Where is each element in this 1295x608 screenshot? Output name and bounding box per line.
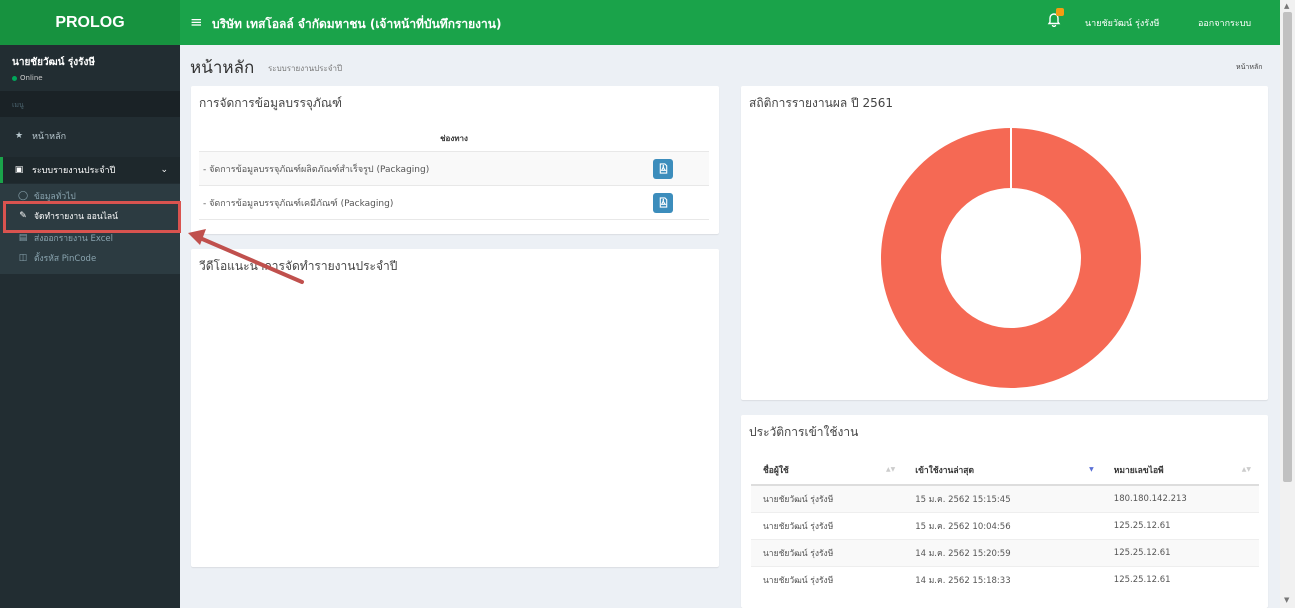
top-navbar: PROLOG ≡ บริษัท เทสโอลล์ จำกัดมหาชน (เจ้… [0,0,1280,45]
cell-ip: 125.25.12.61 [1101,565,1259,593]
circle-icon: ◯ [18,191,29,201]
packaging-row-label: - จัดการข้อมูลบรรจุภัณฑ์ผลิตภัณฑ์สำเร็จร… [203,164,430,175]
table-row: นายชัยวัฒน์ รุ่งรังษี 15 ม.ค. 2562 15:15… [751,484,1259,512]
dashboard-icon: ★ [14,131,24,141]
packaging-table: ช่องทาง - จัดการข้อมูลบรรจุภัณฑ์ผลิตภัณฑ… [199,126,709,220]
sort-desc-icon: ▼ [1089,466,1094,473]
sidebar-item-label: ตั้งรหัส PinCode [34,254,97,264]
page-subtitle: ระบบรายงานประจำปี [268,64,343,73]
stats-chart-box: สถิติการรายงานผล ปี 2561 [741,86,1268,400]
app-logo[interactable]: PROLOG [0,0,180,45]
excel-icon: ▤ [18,233,28,243]
sidebar-item-label: หน้าหลัก [32,132,67,142]
packaging-box-title: การจัดการข้อมูลบรรจุภัณฑ์ [199,96,342,110]
cell-last-login: 14 ม.ค. 2562 15:20:59 [903,538,1102,566]
cell-ip: 125.25.12.61 [1101,538,1259,566]
sidebar-item-label: ระบบรายงานประจำปี [32,166,116,176]
menu-header: เมนู [0,91,180,117]
sidebar: นายชัยวัฒน์ รุ่งรังษี Online เมนู ★ หน้า… [0,45,180,608]
scroll-up-icon[interactable]: ▲ [1284,2,1289,10]
packaging-row-label: - จัดการข้อมูลบรรจุภัณฑ์เคมีภัณฑ์ (Packa… [203,198,394,209]
column-header-username[interactable]: ชื่อผู้ใช้ ▲▼ [751,455,904,486]
cell-username: นายชัยวัฒน์ รุ่งรังษี [751,511,904,539]
sidebar-user-name: นายชัยวัฒน์ รุ่งรังษี [12,57,96,68]
cell-username: นายชัยวัฒน์ รุ่งรังษี [751,565,904,593]
packaging-column-header: ช่องทาง [199,126,709,152]
cell-last-login: 15 ม.ค. 2562 15:15:45 [903,484,1102,512]
scrollbar-thumb[interactable] [1283,12,1292,482]
cell-ip: 180.180.142.213 [1101,484,1259,512]
stats-box-title: สถิติการรายงานผล ปี 2561 [749,96,894,110]
sort-icon: ▲▼ [885,466,896,473]
column-header-ip[interactable]: หมายเลขไอพี ▲▼ [1101,455,1259,486]
cell-last-login: 15 ม.ค. 2562 10:04:56 [903,511,1102,539]
video-box: วีดีโอแนะนำการจัดทำรายงานประจำปี [191,249,719,567]
company-title: บริษัท เทสโอลล์ จำกัดมหาชน (เจ้าหน้าที่บ… [212,17,502,31]
page-title: หน้าหลัก [190,58,255,78]
breadcrumb[interactable]: หน้าหลัก [1236,62,1262,73]
scroll-down-icon[interactable]: ▼ [1284,596,1289,604]
online-status-label: Online [20,74,43,82]
login-history-box: ประวัติการเข้าใช้งาน ชื่อผู้ใช้ ▲▼ เข้าใช… [741,415,1268,608]
sidebar-item-label: ส่งออกรายงาน Excel [34,234,113,244]
history-box-title: ประวัติการเข้าใช้งาน [749,425,859,439]
packaging-box: การจัดการข้อมูลบรรจุภัณฑ์ ช่องทาง - จัดก… [191,86,719,234]
page-scrollbar[interactable]: ▲ ▼ [1280,0,1295,608]
pdf-icon [659,163,667,174]
pdf-button[interactable] [653,158,673,179]
online-dot-icon [12,75,17,81]
sort-icon: ▲▼ [1241,466,1251,473]
pdf-icon [659,197,667,208]
cell-username: นายชัยวัฒน์ รุ่งรังษี [751,538,904,566]
lock-icon: ◫ [18,253,28,263]
user-menu[interactable]: นายชัยวัฒน์ รุ่งรังษี [1085,16,1159,30]
cell-last-login: 14 ม.ค. 2562 15:18:33 [903,565,1102,593]
online-status: Online [12,74,95,82]
sidebar-item-annual-report[interactable]: ▣ ระบบรายงานประจำปี ⌄ [0,157,180,183]
sidebar-item-home[interactable]: ★ หน้าหลัก [0,125,180,147]
book-icon: ▣ [14,165,24,175]
login-history-table: ชื่อผู้ใช้ ▲▼ เข้าใช้งานล่าสุด ▼ หมายเลขไอ… [751,455,1259,593]
chevron-down-icon: ⌄ [160,165,168,175]
sidebar-item-pincode[interactable]: ◫ ตั้งรหัส PinCode [0,248,180,268]
table-row: - จัดการข้อมูลบรรจุภัณฑ์เคมีภัณฑ์ (Packa… [199,186,709,220]
donut-chart [881,128,1141,388]
notification-badge [1056,8,1064,16]
video-box-title: วีดีโอแนะนำการจัดทำรายงานประจำปี [199,259,398,273]
table-row: นายชัยวัฒน์ รุ่งรังษี 15 ม.ค. 2562 10:04… [751,511,1259,539]
column-header-last-login[interactable]: เข้าใช้งานล่าสุด ▼ [903,455,1102,486]
menu-toggle-icon[interactable]: ≡ [190,13,203,31]
table-row: นายชัยวัฒน์ รุ่งรังษี 14 ม.ค. 2562 15:18… [751,565,1259,593]
pdf-button[interactable] [653,192,673,213]
logout-link[interactable]: ออกจากระบบ [1198,16,1251,30]
cell-username: นายชัยวัฒน์ รุ่งรังษี [751,484,904,512]
cell-ip: 125.25.12.61 [1101,511,1259,539]
table-row: - จัดการข้อมูลบรรจุภัณฑ์ผลิตภัณฑ์สำเร็จร… [199,152,709,186]
annotation-highlight-box [3,201,181,233]
table-row: นายชัยวัฒน์ รุ่งรังษี 14 ม.ค. 2562 15:20… [751,538,1259,566]
notification-bell-icon[interactable] [1046,8,1066,33]
sidebar-user-panel: นายชัยวัฒน์ รุ่งรังษี Online [12,55,95,82]
